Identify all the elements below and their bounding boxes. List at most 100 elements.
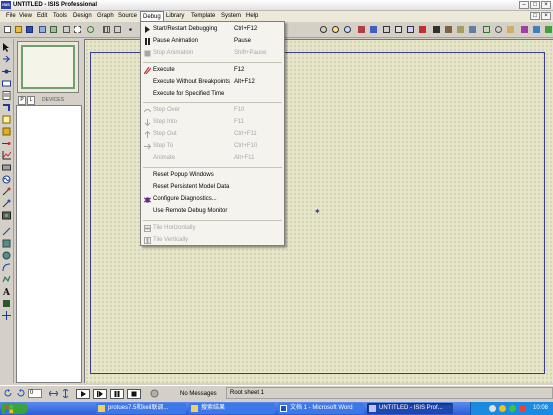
stop-button[interactable] — [127, 389, 141, 399]
decompose-button[interactable] — [467, 24, 476, 34]
volume-icon[interactable] — [499, 405, 506, 412]
menu-graph[interactable]: Graph — [95, 11, 116, 22]
menu-item-pause-animation[interactable]: Pause Animation Pause — [141, 36, 284, 47]
menu-item-step-to[interactable]: Step To Ctrl+F10 — [141, 141, 284, 152]
origin-button[interactable] — [112, 24, 121, 34]
box-mode-button[interactable] — [2, 239, 11, 248]
zoom-area-button[interactable] — [342, 24, 351, 34]
network-icon[interactable] — [489, 405, 496, 412]
tape-recorder-mode-button[interactable] — [2, 163, 11, 172]
voltage-probe-mode-button[interactable] — [2, 187, 11, 196]
block-move-button[interactable] — [393, 24, 402, 34]
menu-item-stop-animation[interactable]: Stop Animation Shift+Pause — [141, 48, 284, 59]
wire-autorouter-button[interactable] — [481, 24, 490, 34]
close-button[interactable]: × — [541, 1, 551, 9]
save-button[interactable] — [24, 24, 33, 34]
rotate-button[interactable] — [356, 24, 365, 34]
selection-mode-button[interactable] — [2, 43, 11, 52]
minimize-button[interactable]: – — [519, 1, 529, 9]
bill-of-materials-button[interactable] — [531, 24, 540, 34]
open-file-button[interactable] — [13, 24, 22, 34]
export-button[interactable] — [48, 24, 57, 34]
block-rotate-button[interactable] — [405, 24, 414, 34]
message-indicator[interactable] — [150, 389, 180, 399]
new-file-button[interactable] — [2, 24, 11, 34]
device-pins-mode-button[interactable] — [2, 139, 11, 148]
rotate-ccw-button[interactable] — [3, 388, 12, 398]
wire-label-mode-button[interactable] — [2, 79, 11, 88]
pick-device-tab[interactable]: P — [18, 96, 26, 105]
import-button[interactable] — [37, 24, 46, 34]
menu-item-tile-horizontally[interactable]: Tile Horizontally — [141, 223, 284, 234]
virtual-instruments-mode-button[interactable] — [2, 211, 11, 220]
pick-device-button[interactable] — [431, 24, 440, 34]
device-list[interactable] — [16, 105, 82, 383]
overview-window[interactable] — [17, 41, 79, 93]
path-mode-button[interactable] — [2, 275, 11, 284]
block-copy-button[interactable] — [381, 24, 390, 34]
menu-item-start-restart-debugging[interactable]: Start/Restart Debugging Ctrl+F12 — [141, 24, 284, 35]
start-button[interactable] — [2, 403, 28, 414]
menu-item-step-out[interactable]: Step Out Ctrl+F11 — [141, 129, 284, 140]
menu-item-use-remote-debug-monitor[interactable]: Use Remote Debug Monitor — [141, 206, 284, 217]
menu-view[interactable]: View — [17, 11, 34, 22]
circle-mode-button[interactable] — [2, 251, 11, 260]
current-probe-mode-button[interactable] — [2, 199, 11, 208]
line-mode-button[interactable] — [2, 227, 11, 236]
terminals-mode-button[interactable] — [2, 127, 11, 136]
menu-item-tile-vertically[interactable]: Tile Vertically — [141, 235, 284, 246]
step-button[interactable] — [93, 389, 107, 399]
generator-mode-button[interactable] — [2, 175, 11, 184]
taskbar-item-protues[interactable]: protues7.5和keil联调... — [96, 403, 186, 414]
junction-mode-button[interactable] — [2, 67, 11, 76]
pause-button[interactable] — [110, 389, 124, 399]
component-mode-button[interactable] — [2, 55, 11, 64]
arc-mode-button[interactable] — [2, 263, 11, 272]
subcircuit-mode-button[interactable] — [2, 115, 11, 124]
mirror-vertical-button[interactable] — [60, 388, 69, 399]
menu-source[interactable]: Source — [116, 11, 139, 22]
mdi-restore-button[interactable]: □ — [530, 12, 540, 20]
menu-item-reset-popup-windows[interactable]: Reset Popup Windows — [141, 170, 284, 181]
make-device-button[interactable] — [443, 24, 452, 34]
text-script-mode-button[interactable] — [2, 91, 11, 100]
search-tag-button[interactable] — [493, 24, 502, 34]
zoom-button[interactable] — [318, 24, 327, 34]
menu-item-step-into[interactable]: Step Into F11 — [141, 117, 284, 128]
antivirus-icon[interactable] — [519, 405, 526, 412]
text-mode-button[interactable]: A — [2, 287, 11, 298]
block-delete-button[interactable] — [417, 24, 426, 34]
mirror-horizontal-button[interactable] — [48, 388, 59, 398]
property-tool-button[interactable] — [505, 24, 514, 34]
taskbar-item-isis[interactable]: UNTITLED - ISIS Prof... — [367, 403, 453, 414]
menu-item-animate[interactable]: Animate Alt+F11 — [141, 153, 284, 164]
symbol-mode-button[interactable] — [2, 299, 11, 308]
netlist-button[interactable] — [519, 24, 528, 34]
menu-item-execute[interactable]: Execute F12 — [141, 65, 284, 76]
menu-item-configure-diagnostics[interactable]: Configure Diagnostics... — [141, 194, 284, 205]
electrical-check-button[interactable] — [543, 24, 552, 34]
zoom-all-button[interactable] — [330, 24, 339, 34]
mirror-button[interactable] — [368, 24, 377, 34]
marker-mode-button[interactable] — [2, 311, 11, 320]
graph-mode-button[interactable] — [2, 151, 12, 160]
refresh-button[interactable] — [85, 24, 94, 34]
packaging-button[interactable] — [455, 24, 464, 34]
rotate-cw-button[interactable] — [15, 388, 25, 398]
mdi-close-button[interactable]: × — [541, 12, 551, 20]
maximize-button[interactable]: □ — [530, 1, 540, 9]
rotation-angle-field[interactable]: 0 — [28, 389, 42, 398]
menu-item-reset-persistent-model-data[interactable]: Reset Persistent Model Data — [141, 182, 284, 193]
pan-button[interactable] — [125, 24, 134, 34]
taskbar-item-word-document[interactable]: 文档 1 - Microsoft Word — [278, 403, 364, 414]
print-button[interactable] — [61, 24, 70, 34]
menu-design[interactable]: Design — [71, 11, 94, 22]
menu-tools[interactable]: Tools — [51, 11, 69, 22]
play-button[interactable] — [76, 389, 90, 399]
grid-toggle-button[interactable] — [101, 24, 110, 34]
bus-mode-button[interactable] — [2, 103, 11, 112]
library-manager-tab[interactable]: L — [27, 96, 35, 105]
menu-item-execute-for-specified-time[interactable]: Execute for Specified Time — [141, 89, 284, 100]
security-icon[interactable] — [509, 405, 516, 412]
menu-file[interactable]: File — [4, 11, 18, 22]
